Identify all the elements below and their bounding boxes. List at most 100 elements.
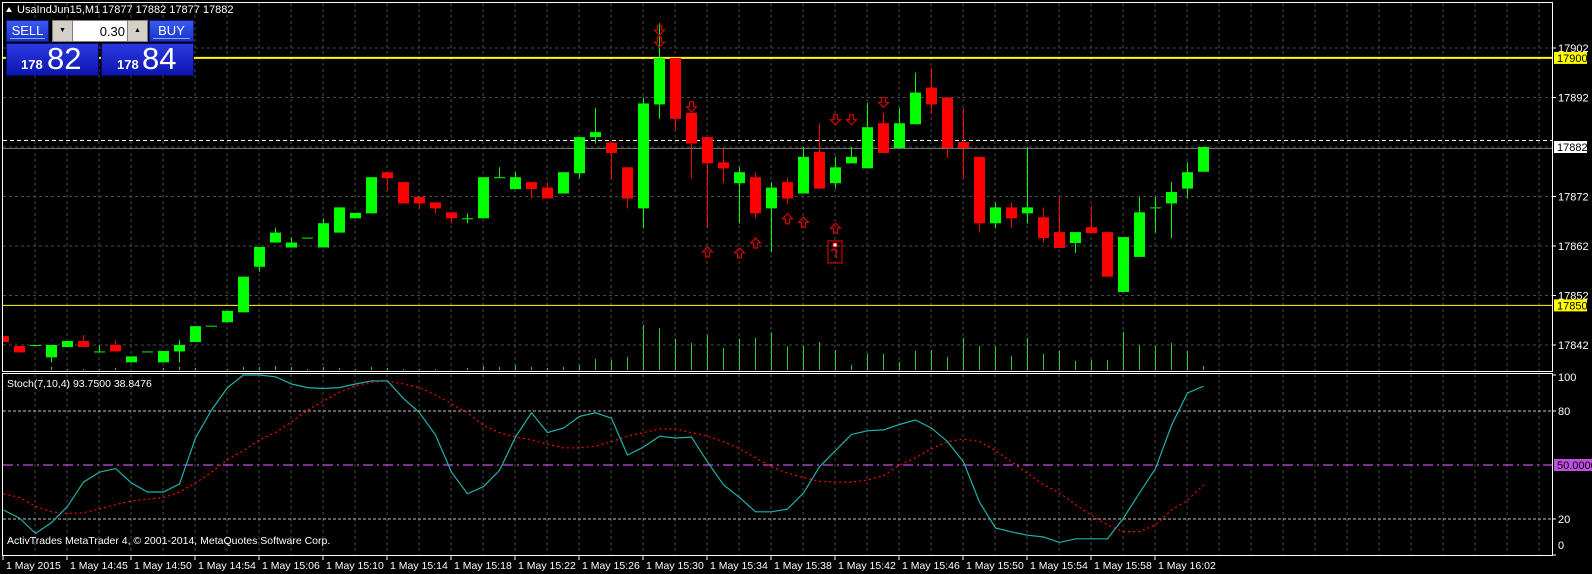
time-tick-label: 1 May 14:54 <box>198 560 256 572</box>
price-tick-label: 17872 <box>1558 192 1589 204</box>
time-tick-label: 1 May 15:30 <box>646 560 704 572</box>
candle-bullish <box>158 350 169 363</box>
sell-price-prefix: 178 <box>21 57 43 72</box>
buy-button[interactable]: BUY <box>149 20 194 42</box>
candle-bearish <box>1006 207 1017 219</box>
chart-ohlc-readout: 17877 17882 17877 17882 <box>102 4 234 16</box>
candle-bullish <box>318 223 329 248</box>
candle-bearish <box>718 162 729 169</box>
candle-bullish <box>734 172 745 184</box>
sell-button[interactable]: SELL <box>6 20 49 42</box>
candle-bearish <box>542 187 553 199</box>
lot-size-input[interactable] <box>73 21 127 41</box>
candle-bearish <box>926 87 937 105</box>
candle-bullish <box>1182 172 1193 189</box>
time-tick-label: 1 May 15:34 <box>710 560 768 572</box>
stoch-signal-line <box>3 380 1204 533</box>
candle-bullish <box>1134 212 1145 257</box>
chart-canvas[interactable]: 1790217892178721786217852178421790017850… <box>0 0 1592 574</box>
decrease-lot-button[interactable]: ▼ <box>53 21 73 41</box>
candle-bullish <box>350 212 361 219</box>
one-click-trading-panel: SELL ▼ ▲ BUY 178 82 178 84 <box>5 19 195 78</box>
candle-bullish <box>654 57 665 105</box>
candle-bullish <box>846 156 857 164</box>
increase-lot-button[interactable]: ▲ <box>127 21 147 41</box>
candle-bearish <box>782 182 793 199</box>
indicator-axis: 100 80 20 0 50.0000 <box>1552 372 1592 556</box>
candle-bullish <box>366 177 377 214</box>
candle-bullish <box>894 123 905 148</box>
candle-bullish <box>1070 232 1081 244</box>
candle-bearish <box>1102 232 1113 277</box>
level-price-label: 17900 <box>1557 53 1588 65</box>
candle-bearish <box>430 202 441 209</box>
candle-bullish <box>1166 192 1177 204</box>
sell-signal-arrow-icon <box>877 96 890 109</box>
stoch-main-line <box>3 374 1204 544</box>
triangle-up-icon: ▲ <box>134 27 141 34</box>
buy-price-box[interactable]: 178 84 <box>101 41 194 76</box>
time-tick-label: 1 May 15:42 <box>838 560 896 572</box>
candle-bullish <box>190 326 201 343</box>
candle-bearish <box>686 112 697 144</box>
time-tick-label: 1 May 16:02 <box>1158 560 1216 572</box>
time-axis: 1 May 2015 1 May 14:45 1 May 14:50 1 May 14… <box>2 556 1216 572</box>
indicator-label: Stoch(7,10,4) 93.7500 38.8476 <box>7 378 152 390</box>
collapse-triangle-icon[interactable] <box>6 7 12 12</box>
indicator-tick-label: 80 <box>1558 406 1570 418</box>
candle-bullish <box>286 242 297 248</box>
candle-bearish <box>414 196 425 204</box>
buy-signal-arrow-icon <box>749 237 762 249</box>
grid <box>3 3 1552 556</box>
time-tick-label: 1 May 14:50 <box>134 560 192 572</box>
candle-bullish <box>862 127 873 169</box>
price-tick-label: 17892 <box>1558 93 1589 105</box>
copyright-text: ActivTrades MetaTrader 4, © 2001-2014, M… <box>7 535 330 547</box>
candle-bearish <box>670 57 681 119</box>
candle-bearish <box>398 182 409 204</box>
candle-bullish <box>206 325 217 327</box>
time-tick-label: 1 May 14:45 <box>70 560 128 572</box>
candle-bullish <box>478 177 489 219</box>
trade-marker-icon <box>830 248 838 259</box>
sell-signal-arrow-icon <box>685 101 698 113</box>
candle-bullish <box>238 276 249 313</box>
candle-bearish <box>750 177 761 214</box>
candle-bullish <box>1150 207 1161 209</box>
time-tick-label: 1 May 15:54 <box>1030 560 1088 572</box>
candle-bearish <box>606 142 617 153</box>
candle-bearish <box>1054 232 1065 248</box>
current-price-label: 17882 <box>1557 142 1588 154</box>
candle-bullish <box>302 237 313 239</box>
candle-bullish <box>254 246 265 267</box>
candle-bullish <box>494 177 505 179</box>
candle-bullish <box>270 232 281 243</box>
volume-bars <box>51 325 1204 370</box>
candle-bullish <box>222 310 233 323</box>
candle-bullish <box>590 132 601 138</box>
lot-size-stepper: ▼ ▲ <box>52 20 148 42</box>
candle-bearish <box>1038 217 1049 239</box>
time-tick-label: 1 May 15:18 <box>454 560 512 572</box>
candle-bullish <box>990 207 1001 224</box>
triangle-down-icon: ▼ <box>59 27 66 34</box>
candle-bullish <box>1022 207 1033 214</box>
candle-bearish <box>78 341 89 347</box>
level-price-label: 17850 <box>1557 300 1588 312</box>
time-tick-label: 1 May 15:38 <box>774 560 832 572</box>
candle-bullish <box>62 341 73 347</box>
candle-bearish <box>526 182 537 190</box>
mid-level-label: 50.0000 <box>1557 460 1592 472</box>
time-tick-label: 1 May 15:14 <box>390 560 448 572</box>
price-tick-label: 17842 <box>1558 340 1589 352</box>
time-tick-label: 1 May 2015 <box>6 560 61 572</box>
indicator-tick-label: 20 <box>1558 514 1570 526</box>
candle-bullish <box>94 351 105 353</box>
level-lines <box>3 56 1552 306</box>
sell-price-box[interactable]: 178 82 <box>6 41 99 76</box>
candle-bullish <box>462 218 473 220</box>
buy-signal-arrow-icon <box>781 212 794 225</box>
time-tick-label: 1 May 15:26 <box>582 560 640 572</box>
buy-price-prefix: 178 <box>117 57 139 72</box>
candle-bullish <box>910 92 921 125</box>
